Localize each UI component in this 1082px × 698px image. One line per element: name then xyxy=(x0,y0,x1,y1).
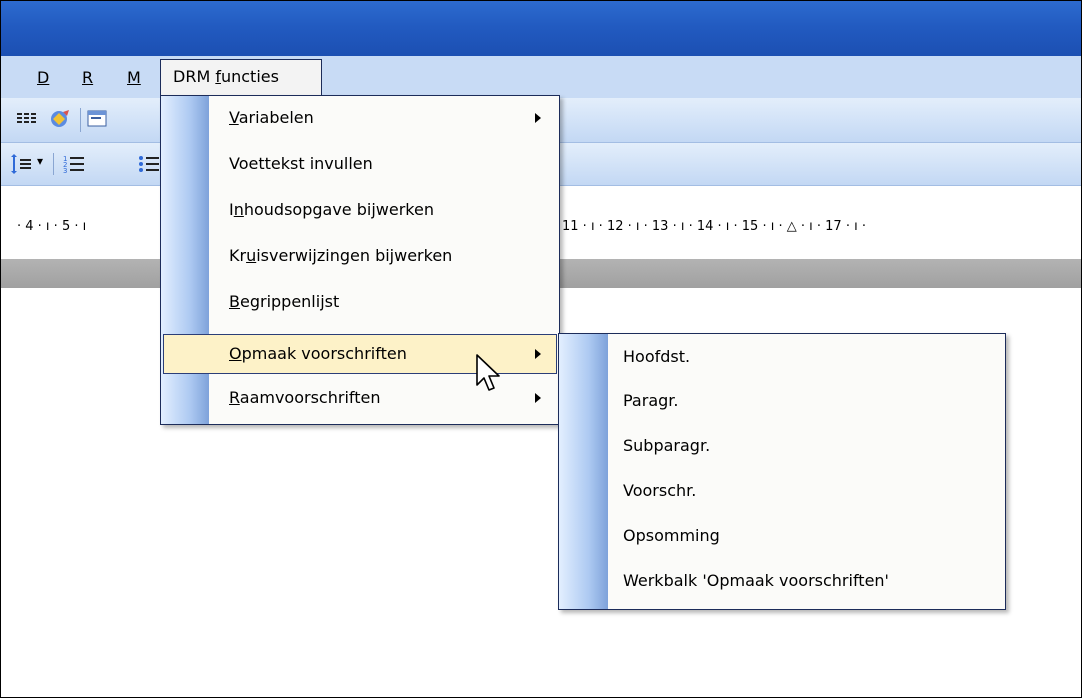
menu-drm-functies-prefix: DRM xyxy=(173,67,216,86)
line-spacing-icon[interactable] xyxy=(7,151,33,177)
menu-icon-column xyxy=(559,334,608,609)
bulleted-list-icon[interactable] xyxy=(137,151,159,177)
document-map-icon[interactable] xyxy=(85,106,111,132)
submenu-item-opsomming[interactable]: Opsomming xyxy=(623,516,720,556)
menu-item-label: Voettekst invullen xyxy=(229,154,373,173)
menu-item-voettekst-invullen[interactable]: Voettekst invullen xyxy=(163,144,557,184)
columns-icon[interactable] xyxy=(13,106,39,132)
menu-item-label: Kruisverwijzingen bijwerken xyxy=(229,246,453,265)
menu-item-label: Inhoudsopgave bijwerken xyxy=(229,200,434,219)
menu-item-variabelen[interactable]: Variabelen xyxy=(163,98,557,138)
ruler-left-marks: · 4 · ı · 5 · ı xyxy=(17,219,87,234)
mouse-pointer-icon xyxy=(476,354,500,391)
toolbar-separator xyxy=(80,108,81,132)
menu-item-begrippenlijst[interactable]: Begrippenlijst xyxy=(163,282,557,322)
numbered-list-icon[interactable]: 1 2 3 xyxy=(61,151,87,177)
menu-item-label: Raamvoorschriften xyxy=(229,388,381,407)
opmaak-voorschriften-submenu: Hoofdst. Paragr. Subparagr. Voorschr. Op… xyxy=(558,333,1006,610)
menu-d[interactable]: D xyxy=(37,66,49,90)
menu-item-label: Variabelen xyxy=(229,108,314,127)
line-spacing-dropdown-icon[interactable]: ▾ xyxy=(37,154,43,168)
submenu-arrow-icon xyxy=(535,113,541,123)
menu-r[interactable]: R xyxy=(82,66,93,90)
menu-drm-functies[interactable]: DRM functies xyxy=(160,59,322,95)
menu-item-kruisverwijzingen-bijwerken[interactable]: Kruisverwijzingen bijwerken xyxy=(163,236,557,276)
title-bar xyxy=(1,1,1081,56)
submenu-item-werkbalk-opmaak-voorschriften[interactable]: Werkbalk 'Opmaak voorschriften' xyxy=(623,561,889,601)
application-window: D R M DRM functies ▾ 1 2 3 · 4 · ı · 5 ·… xyxy=(0,0,1082,698)
submenu-item-paragr[interactable]: Paragr. xyxy=(623,381,678,421)
menu-drm-functies-suffix: uncties xyxy=(220,67,279,86)
toolbar-separator xyxy=(53,153,54,175)
submenu-arrow-icon xyxy=(535,349,541,359)
menu-item-inhoudsopgave-bijwerken[interactable]: Inhoudsopgave bijwerken xyxy=(163,190,557,230)
submenu-item-voorschr[interactable]: Voorschr. xyxy=(623,471,696,511)
menu-item-label: Opmaak voorschriften xyxy=(229,344,407,363)
svg-text:3: 3 xyxy=(63,167,67,175)
research-icon[interactable] xyxy=(47,106,73,132)
menu-item-label: Begrippenlijst xyxy=(229,292,340,311)
submenu-arrow-icon xyxy=(535,393,541,403)
ruler-right-marks: 11 · ı · 12 · ı · 13 · ı · 14 · ı · 15 ·… xyxy=(562,219,866,234)
menu-m[interactable]: M xyxy=(127,66,141,90)
submenu-item-subparagr[interactable]: Subparagr. xyxy=(623,426,710,466)
submenu-item-hoofdst[interactable]: Hoofdst. xyxy=(623,337,690,377)
